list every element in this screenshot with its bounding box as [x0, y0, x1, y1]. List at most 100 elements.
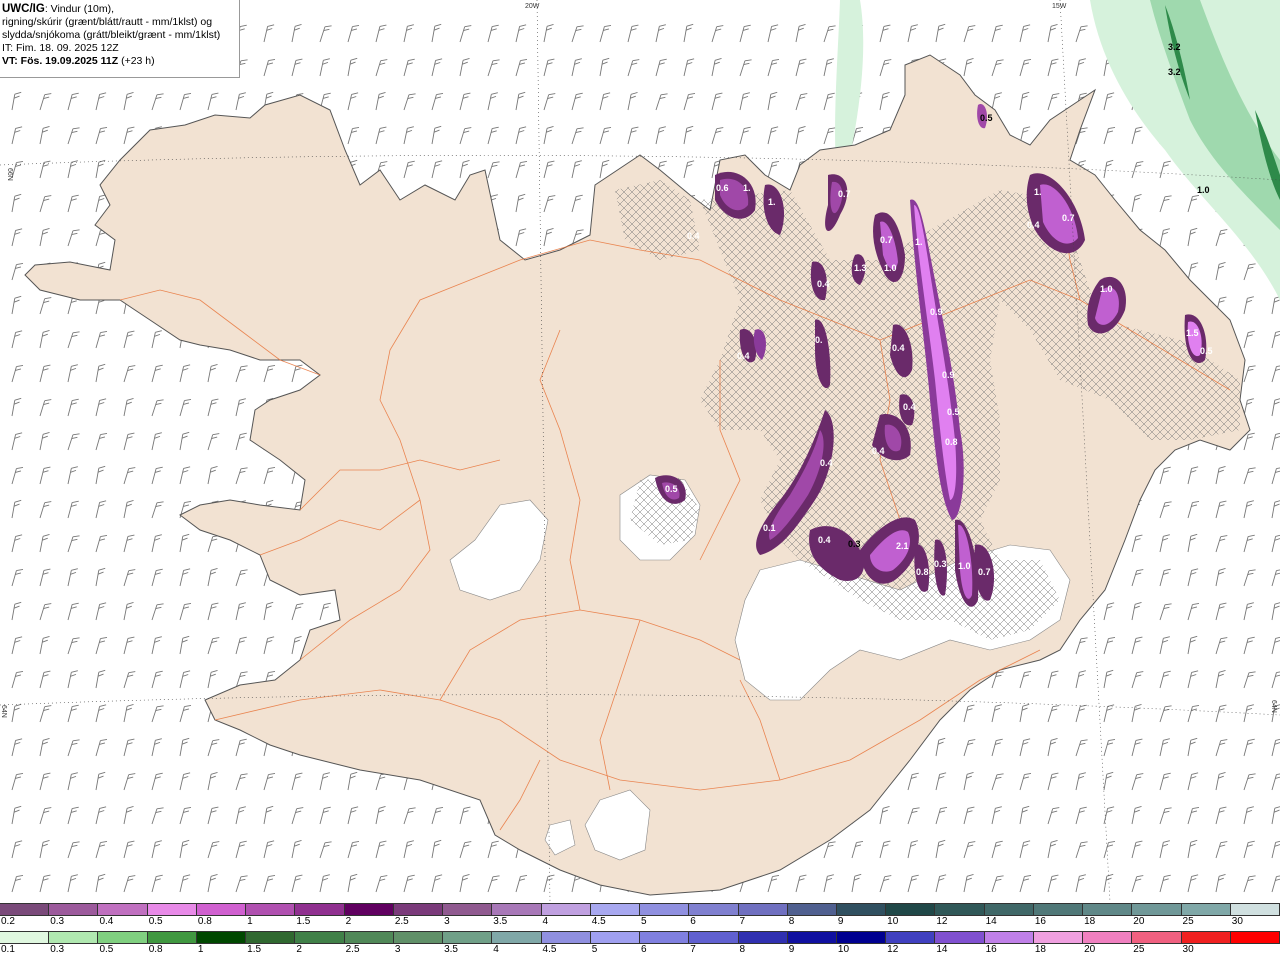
legend-swatch [935, 904, 985, 915]
legend-swatch [295, 932, 345, 943]
value-label: 3.2 [1168, 67, 1181, 77]
value-label: 0.4 [818, 535, 831, 545]
value-label: 0.8 [945, 437, 958, 447]
valid-time: VT: Fös. 19.09.2025 11Z [2, 55, 119, 67]
legend-label: 0.8 [197, 916, 212, 927]
value-label: 0.4 [687, 231, 700, 241]
product-title: UWC/IG [2, 3, 45, 15]
product-desc-3: slydda/snjókoma (grátt/bleikt/grænt - mm… [2, 29, 221, 41]
legend-swatch [344, 904, 394, 915]
legend-swatch [836, 932, 887, 943]
legend-label: 6 [641, 944, 647, 955]
legend-swatch [1033, 932, 1084, 943]
legend-label: 4.5 [591, 916, 606, 927]
legend-swatch [738, 904, 788, 915]
legend-swatch [738, 932, 788, 943]
value-label: 0.7 [978, 567, 991, 577]
legend-label: 0.3 [50, 916, 65, 927]
value-label: 0.5 [980, 113, 993, 123]
grid-label-20w: 20W [525, 3, 540, 10]
value-label: 0.7 [880, 235, 893, 245]
legend-swatch [1230, 904, 1280, 915]
value-label: 3.2 [1168, 42, 1181, 52]
legend-label: 5 [591, 944, 598, 955]
legend-label: 12 [887, 944, 899, 955]
value-label: 0.4 [903, 402, 916, 412]
legend-label: 6 [690, 916, 696, 927]
legend-swatch [1132, 932, 1182, 943]
legend-swatch [443, 904, 493, 915]
legend-label: 1.5 [296, 916, 311, 927]
value-label: 0.4 [892, 343, 905, 353]
legend-swatch [886, 904, 936, 915]
legend-swatch [689, 932, 739, 943]
value-label: 0.1 [763, 523, 776, 533]
weather-map[interactable]: 20W 15W 66N 64N 64N 0.6 1. 1. 0.7 0.7 1.… [0, 0, 1280, 902]
legend-label: 4 [493, 944, 499, 955]
product-desc-1: : Vindur (10m), [44, 3, 115, 15]
legend-swatch [98, 932, 148, 943]
rain-legend-labels: 0.1 0.3 0.5 0.8 1 1.5 2 2.5 3 3.5 4 4.5 5 6 7 8 9 10 12 14 1… [0, 944, 1280, 957]
legend-swatch [0, 932, 50, 943]
legend-label: 2 [296, 944, 302, 955]
legend-label: 0.8 [148, 944, 163, 955]
legend-label: 3 [444, 916, 450, 927]
legend-swatch [147, 904, 197, 915]
legend-label: 4 [542, 916, 549, 927]
grid-label-64n-right: 64N [1270, 700, 1277, 713]
value-label: 1. [743, 183, 751, 193]
legend-swatch [836, 904, 887, 915]
legend-swatch [246, 932, 296, 943]
legend-label: 2.5 [345, 944, 360, 955]
legend-swatch [984, 932, 1034, 943]
value-label: 1.0 [1100, 284, 1113, 294]
value-label: 0.3 [848, 539, 861, 549]
grid-label-64n-left: 64N [0, 705, 7, 718]
legend-swatch [1083, 932, 1133, 943]
legend-label: 25 [1182, 916, 1194, 927]
legend-label: 18 [1034, 944, 1046, 955]
snow-legend: 0.2 0.3 0.4 0.5 0.8 1 1.5 2 2.5 3 3.5 4 4.5 5 6 7 8 9 10 12… [0, 903, 1280, 929]
legend-label: 16 [985, 944, 997, 955]
legend-swatch [393, 904, 444, 915]
legend-swatch [935, 932, 985, 943]
legend-label: 3 [394, 944, 401, 955]
legend-swatch [590, 904, 641, 915]
legend-label: 10 [887, 916, 899, 927]
initial-time: IT: Fim. 18. 09. 2025 12Z [2, 42, 119, 54]
legend-label: 3.5 [493, 916, 508, 927]
value-label: 1.3 [854, 263, 867, 273]
legend-label: 0.5 [148, 916, 163, 927]
value-label: 0.3 [934, 559, 947, 569]
legend-label: 30 [1182, 944, 1194, 955]
value-label: 0. [815, 335, 823, 345]
legend-swatch [640, 932, 690, 943]
legend-label: 8 [788, 916, 795, 927]
legend-label: 2 [345, 916, 352, 927]
value-label: 0.5 [947, 407, 960, 417]
legend-label: 10 [837, 944, 850, 955]
legend-swatch [443, 932, 493, 943]
value-label: 0.4 [872, 446, 885, 456]
legend-swatch [1033, 904, 1084, 915]
legend-label: 20 [1133, 916, 1145, 927]
value-label: 1.0 [884, 263, 897, 273]
legend-label: 8 [739, 944, 746, 955]
legend-swatch [541, 904, 591, 915]
product-desc-2: rigning/skúrir (grænt/blátt/rautt - mm/1… [2, 16, 213, 28]
legend-swatch [1230, 932, 1280, 943]
value-label: 1. [915, 237, 923, 247]
legend-swatch [1181, 904, 1231, 915]
legend-label: 5 [641, 916, 647, 927]
legend-label: 0.4 [99, 916, 114, 927]
legend-swatch [590, 932, 641, 943]
legend-swatch [886, 932, 936, 943]
legend-swatch [492, 904, 542, 915]
legend-swatch [0, 904, 50, 915]
value-label: 0.9 [930, 307, 943, 317]
legend-label: 20 [1084, 944, 1096, 955]
legend-swatch [689, 904, 739, 915]
legend-swatch [49, 932, 99, 943]
value-label: 0.7 [1062, 213, 1075, 223]
legend-swatch [49, 904, 99, 915]
